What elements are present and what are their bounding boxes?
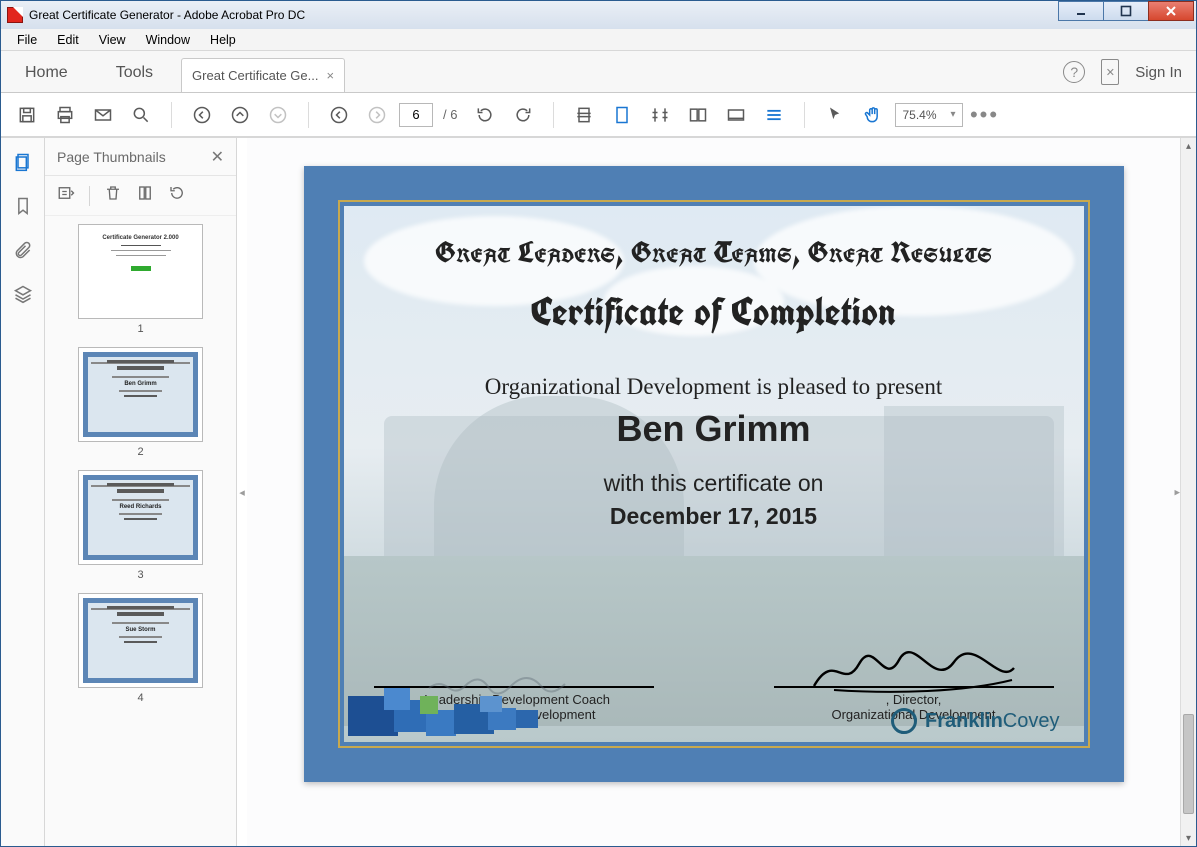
tab-tools[interactable]: Tools (92, 54, 177, 92)
email-icon[interactable] (87, 99, 119, 131)
hand-tool-icon[interactable] (857, 99, 889, 131)
cert-date: December 17, 2015 (610, 503, 817, 530)
menubar: File Edit View Window Help (1, 29, 1196, 51)
thumbnails-panel-title: Page Thumbnails (57, 149, 166, 165)
zoom-combobox[interactable]: 75.4% (895, 103, 962, 127)
nav-fwd-icon (361, 99, 393, 131)
page-first-icon[interactable] (186, 99, 218, 131)
thumb-options-icon[interactable] (57, 184, 75, 207)
thumbnail-page-number: 2 (137, 446, 143, 458)
fit-visible-icon[interactable] (644, 99, 676, 131)
vertical-scrollbar[interactable]: ▴ ▾ (1180, 138, 1196, 846)
thumbnails-panel: Page Thumbnails ✕ Certificate Generator … (45, 138, 237, 846)
scroll-mode-icon[interactable] (758, 99, 790, 131)
sign-in-button[interactable]: Sign In (1135, 64, 1182, 81)
document-canvas[interactable]: Great Leaders, Great Teams, Great Result… (247, 138, 1180, 846)
two-page-icon[interactable] (682, 99, 714, 131)
thumbnail-page-number: 4 (137, 692, 143, 704)
menu-window[interactable]: Window (138, 31, 198, 49)
thumb-print-icon[interactable] (136, 184, 154, 207)
thumbnails-panel-close-icon[interactable]: ✕ (211, 147, 224, 167)
window-title: Great Certificate Generator - Adobe Acro… (29, 8, 305, 22)
thumbnail-page-number: 1 (137, 323, 143, 335)
menu-view[interactable]: View (91, 31, 134, 49)
cert-mosaic-graphic (348, 676, 548, 736)
menu-edit[interactable]: Edit (49, 31, 87, 49)
window-close-button[interactable] (1148, 1, 1194, 21)
cert-headline: Great Leaders, Great Teams, Great Result… (435, 234, 993, 272)
page-up-icon[interactable] (224, 99, 256, 131)
cert-present-line: Organizational Development is pleased to… (485, 374, 943, 400)
tab-document[interactable]: Great Certificate Ge... × (181, 58, 345, 92)
tab-document-label: Great Certificate Ge... (192, 68, 318, 83)
app-tabrow: Home Tools Great Certificate Ge... × ? ✕… (1, 51, 1196, 93)
fit-page-icon[interactable] (568, 99, 600, 131)
mobile-link-icon[interactable]: ✕ (1101, 59, 1119, 85)
franklincovey-logo: FranklinCovey (891, 708, 1060, 734)
select-tool-icon[interactable] (819, 99, 851, 131)
thumbnail-page[interactable]: Certificate Generator 2.0001 (45, 224, 236, 335)
tab-document-close-icon[interactable]: × (326, 68, 334, 83)
tab-home[interactable]: Home (1, 54, 92, 92)
layers-rail-icon[interactable] (9, 280, 37, 308)
scrollbar-thumb[interactable] (1183, 714, 1194, 814)
app-pdf-icon (7, 7, 23, 23)
page-total-label: / 6 (443, 107, 457, 122)
search-icon[interactable] (125, 99, 157, 131)
read-mode-icon[interactable] (720, 99, 752, 131)
save-icon[interactable] (11, 99, 43, 131)
cert-signature-right (774, 650, 1054, 696)
nav-back-icon[interactable] (323, 99, 355, 131)
menu-file[interactable]: File (9, 31, 45, 49)
print-icon[interactable] (49, 99, 81, 131)
fit-width-icon[interactable] (606, 99, 638, 131)
menu-help[interactable]: Help (202, 31, 244, 49)
window-minimize-button[interactable] (1058, 1, 1104, 21)
thumbnail-page[interactable]: Ben Grimm2 (45, 347, 236, 458)
panel-collapse-handle[interactable]: ◂ (237, 138, 247, 846)
thumb-rotate-icon[interactable] (168, 184, 186, 207)
main-toolbar: / 6 75.4% ••• (1, 93, 1196, 137)
thumbnail-page-number: 3 (137, 569, 143, 581)
thumbnail-page[interactable]: Sue Storm4 (45, 593, 236, 704)
thumbnails-rail-icon[interactable] (9, 148, 37, 176)
thumbnail-page[interactable]: Reed Richards3 (45, 470, 236, 581)
bookmark-rail-icon[interactable] (9, 192, 37, 220)
thumb-delete-icon[interactable] (104, 184, 122, 207)
scroll-up-icon[interactable]: ▴ (1181, 138, 1196, 154)
franklincovey-logo-icon (891, 708, 917, 734)
cert-with-line: with this certificate on (604, 470, 824, 497)
window-maximize-button[interactable] (1103, 1, 1149, 21)
help-icon[interactable]: ? (1063, 61, 1085, 83)
thumbnails-toolbar (45, 176, 236, 216)
attachments-rail-icon[interactable] (9, 236, 37, 264)
cert-recipient-name: Ben Grimm (616, 408, 810, 450)
certificate-page: Great Leaders, Great Teams, Great Result… (304, 166, 1124, 782)
page-down-icon (262, 99, 294, 131)
cert-title: Certificate of Completion (531, 286, 896, 338)
page-number-input[interactable] (399, 103, 433, 127)
zoom-value: 75.4% (902, 108, 936, 122)
document-area: Great Leaders, Great Teams, Great Result… (247, 138, 1196, 846)
left-rail (1, 138, 45, 846)
rotate-cw-icon[interactable] (507, 99, 539, 131)
window-titlebar: Great Certificate Generator - Adobe Acro… (1, 1, 1196, 29)
scroll-down-icon[interactable]: ▾ (1181, 830, 1196, 846)
rotate-ccw-icon[interactable] (469, 99, 501, 131)
more-tools-icon[interactable]: ••• (969, 99, 1001, 131)
